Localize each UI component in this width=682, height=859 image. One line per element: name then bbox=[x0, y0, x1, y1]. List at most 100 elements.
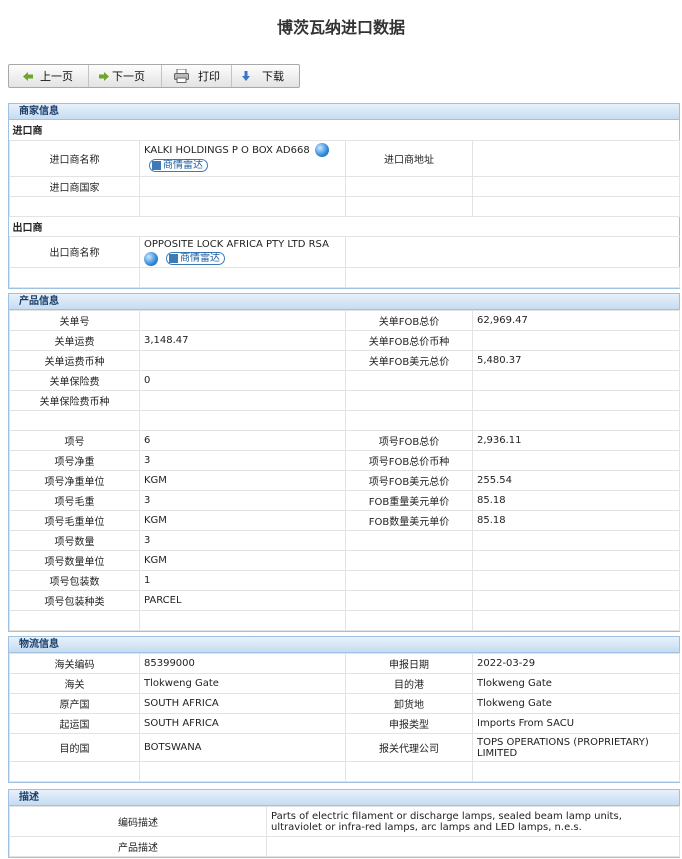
radar-icon bbox=[152, 160, 161, 170]
field-value: SOUTH AFRICA bbox=[139, 713, 346, 734]
product-desc bbox=[266, 836, 680, 857]
table-row: 项号毛重 3 FOB重量美元单价 85.18 bbox=[9, 490, 680, 511]
field-value bbox=[472, 330, 680, 351]
table-row: 项号包装数 1 bbox=[9, 570, 680, 591]
field-label: 项号FOB总价币种 bbox=[345, 450, 473, 471]
field-label bbox=[345, 761, 473, 782]
field-label: 关单FOB总价币种 bbox=[345, 330, 473, 351]
field-label: 目的港 bbox=[345, 673, 473, 694]
importer-country bbox=[139, 175, 346, 197]
table-row: 海关编码 85399000 申报日期 2022-03-29 bbox=[9, 653, 680, 674]
radar-label: 商情雷达 bbox=[180, 253, 220, 264]
table-row: 海关 Tlokweng Gate 目的港 Tlokweng Gate bbox=[9, 673, 680, 694]
table-row: 项号数量 3 bbox=[9, 530, 680, 551]
exporter-name-label: 出口商名称 bbox=[9, 235, 140, 268]
field-value: 5,480.37 bbox=[472, 350, 680, 371]
table-row bbox=[9, 410, 680, 431]
field-label bbox=[345, 390, 473, 411]
field-label: 关单FOB总价 bbox=[345, 310, 473, 331]
importer-address bbox=[472, 139, 680, 177]
exporter-name-cell: OPPOSITE LOCK AFRICA PTY LTD RSA 商情雷达 bbox=[139, 235, 346, 268]
exporter-title: 出口商 bbox=[12, 222, 43, 234]
field-label: 项号净重 bbox=[9, 450, 140, 471]
field-label bbox=[9, 610, 140, 631]
field-value: 255.54 bbox=[472, 470, 680, 491]
download-label: 下载 bbox=[262, 70, 284, 83]
table-row: 项号毛重单位 KGM FOB数量美元单价 85.18 bbox=[9, 510, 680, 531]
product-table: 关单号 关单FOB总价 62,969.47 关单运费 3,148.47 关单FOB总价币种… bbox=[9, 310, 680, 631]
product-section: 产品信息 关单号 关单FOB总价 62,969.47 关单运费 3,148.47 关单FO… bbox=[8, 293, 680, 632]
field-value: 2022-03-29 bbox=[472, 653, 680, 674]
field-label: 申报类型 bbox=[345, 713, 473, 734]
table-row: 关单保险费 0 bbox=[9, 370, 680, 391]
field-value: Imports From SACU bbox=[472, 713, 680, 734]
field-label: FOB数量美元单价 bbox=[345, 510, 473, 531]
field-label: 项号净重单位 bbox=[9, 470, 140, 491]
globe-icon[interactable] bbox=[144, 251, 158, 266]
product-section-header: 产品信息 bbox=[9, 294, 679, 310]
table-row: 关单号 关单FOB总价 62,969.47 bbox=[9, 310, 680, 331]
field-label bbox=[345, 550, 473, 571]
field-value bbox=[139, 610, 346, 631]
logistics-section-header: 物流信息 bbox=[9, 637, 679, 653]
field-value: KGM bbox=[139, 470, 346, 491]
field-value bbox=[139, 410, 346, 431]
field-label: 项号FOB总价 bbox=[345, 430, 473, 451]
table-row: 原产国 SOUTH AFRICA 卸货地 Tlokweng Gate bbox=[9, 693, 680, 714]
field-value bbox=[139, 350, 346, 371]
arrow-down-icon bbox=[242, 71, 250, 81]
radar-label: 商情雷达 bbox=[163, 159, 203, 171]
printer-icon bbox=[174, 69, 189, 83]
print-button[interactable]: 打印 bbox=[162, 65, 232, 87]
importer-name-cell: KALKI HOLDINGS P O BOX AD668 商情雷达 bbox=[139, 139, 346, 177]
field-label: 原产国 bbox=[9, 693, 140, 714]
field-label: 关单运费币种 bbox=[9, 350, 140, 371]
field-label: 卸货地 bbox=[345, 693, 473, 714]
prev-page-label: 上一页 bbox=[40, 70, 73, 83]
field-label: 海关 bbox=[9, 673, 140, 694]
arrow-right-icon bbox=[99, 71, 109, 81]
field-label: 项号数量 bbox=[9, 530, 140, 551]
field-value: 3 bbox=[139, 450, 346, 471]
field-value: 6 bbox=[139, 430, 346, 451]
field-value: BOTSWANA bbox=[139, 733, 346, 762]
field-value: Tlokweng Gate bbox=[472, 673, 680, 694]
prev-page-button[interactable]: 上一页 bbox=[9, 65, 89, 87]
field-value bbox=[472, 761, 680, 782]
field-label: 项号 bbox=[9, 430, 140, 451]
exporter-name[interactable]: OPPOSITE LOCK AFRICA PTY LTD RSA bbox=[144, 239, 341, 250]
code-desc-label: 编码描述 bbox=[9, 806, 267, 837]
description-section: 描述 编码描述 Parts of electric filament or di… bbox=[8, 789, 680, 858]
field-label: 项号包装种类 bbox=[9, 590, 140, 611]
table-row: 项号包装种类 PARCEL bbox=[9, 590, 680, 611]
importer-address-label: 进口商地址 bbox=[345, 139, 473, 177]
field-value bbox=[472, 550, 680, 571]
next-page-label: 下一页 bbox=[112, 70, 145, 83]
importer-name[interactable]: KALKI HOLDINGS P O BOX AD668 bbox=[144, 145, 310, 156]
importer-title: 进口商 bbox=[12, 126, 43, 138]
field-label bbox=[345, 610, 473, 631]
field-value: 85399000 bbox=[139, 653, 346, 674]
exporter-radar-button[interactable]: 商情雷达 bbox=[166, 252, 225, 265]
field-value: 85.18 bbox=[472, 490, 680, 511]
next-page-button[interactable]: 下一页 bbox=[89, 65, 162, 87]
field-value bbox=[139, 761, 346, 782]
table-row: 关单运费 3,148.47 关单FOB总价币种 bbox=[9, 330, 680, 351]
importer-radar-button[interactable]: 商情雷达 bbox=[149, 158, 208, 172]
field-value: KGM bbox=[139, 510, 346, 531]
description-table: 编码描述 Parts of electric filament or disch… bbox=[9, 806, 680, 857]
table-row: 项号净重单位 KGM 项号FOB美元总价 255.54 bbox=[9, 470, 680, 491]
field-label: 关单保险费 bbox=[9, 370, 140, 391]
field-value bbox=[472, 530, 680, 551]
radar-icon bbox=[169, 254, 178, 263]
download-button[interactable]: 下载 bbox=[232, 65, 299, 87]
field-label bbox=[345, 370, 473, 391]
table-row: 项号 6 项号FOB总价 2,936.11 bbox=[9, 430, 680, 451]
toolbar: 上一页 下一页 打印 下载 bbox=[8, 64, 300, 88]
globe-icon[interactable] bbox=[314, 142, 329, 157]
field-label: 目的国 bbox=[9, 733, 140, 762]
product-desc-label: 产品描述 bbox=[9, 836, 267, 857]
table-row bbox=[9, 761, 680, 782]
field-value: 85.18 bbox=[472, 510, 680, 531]
field-label: 关单运费 bbox=[9, 330, 140, 351]
